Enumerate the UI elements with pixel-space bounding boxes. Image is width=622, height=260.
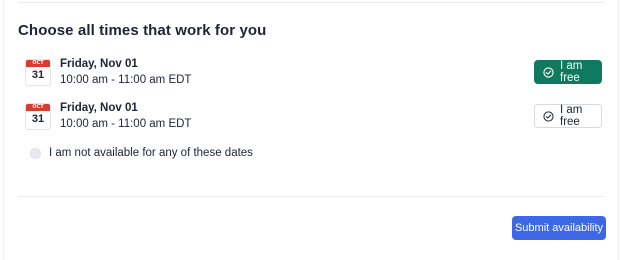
time-slot-1: OCT 31 Friday, Nov 01 10:00 am - 11:00 a… (26, 58, 602, 90)
calendar-icon: OCT 31 (26, 104, 50, 129)
calendar-icon: OCT 31 (26, 60, 50, 85)
bottom-divider (18, 196, 604, 197)
time-slot-2: OCT 31 Friday, Nov 01 10:00 am - 11:00 a… (26, 102, 602, 134)
calendar-day: 31 (31, 113, 45, 125)
check-circle-icon (543, 110, 554, 122)
slot-time: 10:00 am - 11:00 am EDT (60, 118, 192, 130)
check-circle-icon (543, 66, 554, 78)
i-am-free-label: I am free (560, 60, 583, 84)
slot-date: Friday, Nov 01 (60, 102, 138, 114)
submit-availability-button[interactable]: Submit availability (512, 216, 606, 240)
i-am-free-button[interactable]: I am free (534, 60, 602, 84)
page-title: Choose all times that work for you (18, 22, 267, 39)
slot-date: Friday, Nov 01 (60, 58, 138, 70)
top-divider (18, 2, 604, 3)
not-available-label: I am not available for any of these date… (49, 147, 253, 159)
i-am-free-label: I am free (560, 104, 583, 128)
i-am-free-button[interactable]: I am free (534, 104, 602, 128)
slot-time: 10:00 am - 11:00 am EDT (60, 74, 192, 86)
calendar-month: OCT (26, 60, 50, 67)
calendar-day: 31 (31, 69, 45, 81)
calendar-month: OCT (26, 104, 50, 111)
availability-card: Choose all times that work for you OCT 3… (3, 0, 619, 260)
not-available-option[interactable]: I am not available for any of these date… (30, 147, 253, 159)
not-available-radio[interactable] (30, 147, 41, 159)
